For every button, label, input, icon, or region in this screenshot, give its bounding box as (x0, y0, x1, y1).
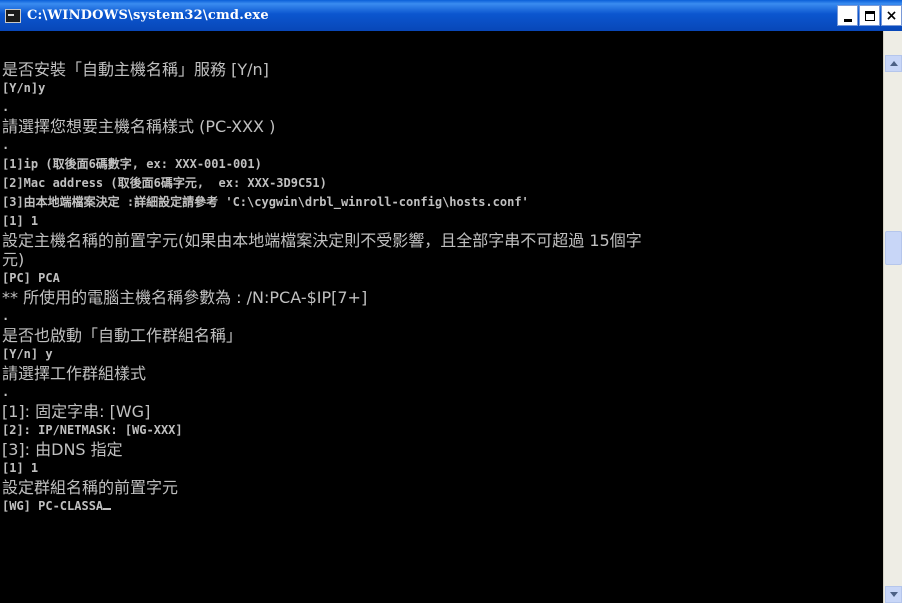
cmd-window: C:\WINDOWS\system32\cmd.exe × ==========… (0, 0, 902, 603)
text-cursor (103, 508, 112, 510)
dot-line: . (2, 100, 10, 114)
answer-workgroup-enable: [Y/n] y (2, 347, 53, 361)
option-dns: [3]: 由DNS 指定 (2, 440, 123, 459)
option-ip-netmask: [2]: IP/NETMASK: [WG-XXX] (2, 423, 183, 437)
cmd-console-icon[interactable] (5, 8, 21, 23)
prompt-install-autohostname: 是否安裝「自動主機名稱」服務 [Y/n] (2, 60, 269, 79)
minimize-button[interactable] (837, 5, 858, 26)
scroll-up-button[interactable] (885, 55, 902, 72)
prompt-workgroup-prefix: 設定群組名稱的前置字元 (2, 478, 179, 497)
scroll-thumb[interactable] (885, 231, 902, 265)
prompt-hostname-prefix: 設定主機名稱的前置字元(如果由本地端檔案決定則不受影響，且全部字串不可超過 15… (2, 231, 642, 250)
minimize-icon (843, 18, 852, 22)
answer-hostname-style: [1] 1 (2, 214, 39, 228)
maximize-icon (864, 10, 875, 21)
close-icon: × (885, 7, 898, 24)
current-input-text: [WG] PC-CLASSA (2, 499, 104, 513)
option-fixed-string: [1]: 固定字串: [WG] (2, 402, 151, 421)
scroll-down-arrow-icon (889, 592, 898, 597)
answer-hostname-prefix: [PC] PCA (2, 271, 60, 285)
dot-line: . (2, 309, 10, 323)
prompt-hostname-prefix-cont: 元) (2, 250, 25, 269)
maximize-button[interactable] (859, 5, 880, 26)
answer-install-autohostname: [Y/n]y (2, 81, 46, 95)
prompt-workgroup-enable: 是否也啟動「自動工作群組名稱」 (2, 326, 243, 345)
scroll-down-button[interactable] (885, 586, 902, 603)
dot-line: . (2, 138, 10, 152)
vertical-scrollbar[interactable] (883, 31, 902, 603)
prompt-hostname-style: 請選擇您想要主機名稱樣式 (PC-XXX ) (2, 117, 276, 136)
console-lines: 是否安裝「自動主機名稱」服務 [Y/n] [Y/n]y . 請選擇您想要主機名稱… (2, 60, 642, 516)
current-input-line[interactable]: [WG] PC-CLASSA (2, 497, 642, 516)
close-button[interactable]: × (881, 5, 902, 26)
option-mac-address: [2]Mac address (取後面6碼字元, ex: XXX-3D9C51) (2, 176, 327, 190)
answer-workgroup-style: [1] 1 (2, 461, 39, 475)
window-title: C:\WINDOWS\system32\cmd.exe (27, 8, 269, 23)
dot-line: . (2, 385, 10, 399)
prompt-workgroup-style: 請選擇工作群組樣式 (2, 364, 147, 383)
scroll-up-arrow-icon (889, 61, 898, 66)
title-bar[interactable]: C:\WINDOWS\system32\cmd.exe × (0, 0, 902, 31)
hostname-param-info: ** 所使用的電腦主機名稱參數為 : /N:PCA-$IP[7+] (2, 288, 368, 307)
option-local-file: [3]由本地端檔案決定 :詳細設定請參考 'C:\cygwin\drbl_win… (2, 195, 529, 209)
option-ip: [1]ip (取後面6碼數字, ex: XXX-001-001) (2, 157, 262, 171)
console-output[interactable]: ========================================… (0, 31, 883, 603)
